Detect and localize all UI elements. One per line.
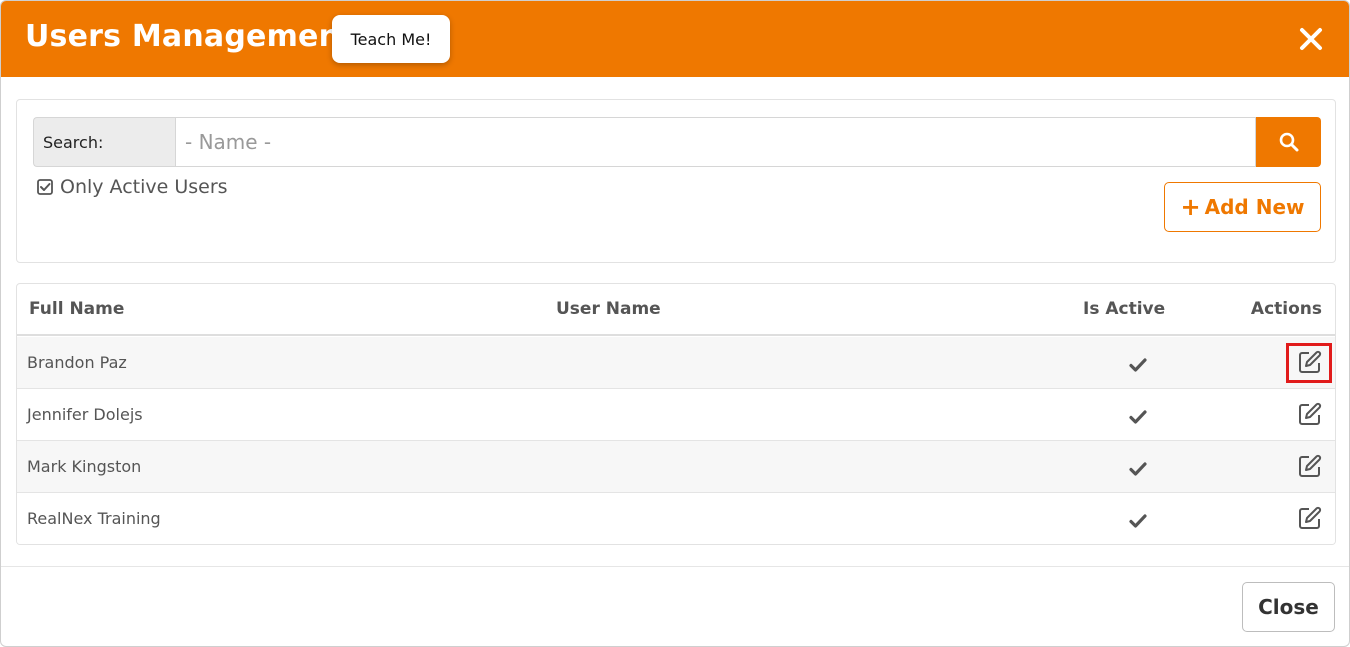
table-row[interactable]: Brandon Paz xyxy=(17,337,1335,389)
close-button[interactable]: Close xyxy=(1242,582,1335,632)
only-active-users-checkbox[interactable]: Only Active Users xyxy=(37,176,228,198)
edit-icon[interactable] xyxy=(1298,506,1322,530)
users-management-modal: Users Management Teach Me! Search: - Nam… xyxy=(0,0,1350,647)
close-icon[interactable] xyxy=(1297,25,1325,53)
checkbox-checked-icon xyxy=(37,179,53,195)
search-icon xyxy=(1278,131,1300,153)
edit-icon[interactable] xyxy=(1298,454,1322,478)
edit-icon[interactable] xyxy=(1298,350,1322,374)
search-panel: Search: Only Active Users + Add New xyxy=(16,99,1336,263)
plus-icon: + xyxy=(1180,193,1201,221)
column-header-user-name[interactable]: User Name xyxy=(556,299,661,319)
add-new-button[interactable]: + Add New xyxy=(1164,182,1321,232)
checkmark-icon xyxy=(1129,461,1147,477)
column-header-is-active[interactable]: Is Active xyxy=(1083,299,1165,319)
teach-me-button[interactable]: Teach Me! xyxy=(332,15,450,63)
modal-header: Users Management Teach Me! xyxy=(1,1,1349,77)
column-header-full-name[interactable]: Full Name xyxy=(29,299,124,319)
table-row[interactable]: Jennifer Dolejs xyxy=(17,389,1335,441)
cell-full-name: Brandon Paz xyxy=(27,353,127,372)
add-new-label: Add New xyxy=(1204,195,1305,219)
table-header: Full Name User Name Is Active Actions xyxy=(17,284,1335,336)
search-button[interactable] xyxy=(1256,117,1321,167)
table-row[interactable]: RealNex Training xyxy=(17,493,1335,544)
modal-title: Users Management xyxy=(25,19,355,54)
cell-full-name: RealNex Training xyxy=(27,509,161,528)
checkmark-icon xyxy=(1129,357,1147,373)
users-table: Full Name User Name Is Active Actions Br… xyxy=(16,283,1336,545)
column-header-actions: Actions xyxy=(1250,299,1322,319)
checkmark-icon xyxy=(1129,409,1147,425)
table-row[interactable]: Mark Kingston xyxy=(17,441,1335,493)
only-active-users-label: Only Active Users xyxy=(60,176,228,198)
cell-full-name: Jennifer Dolejs xyxy=(27,405,143,424)
checkmark-icon xyxy=(1129,513,1147,529)
footer-divider xyxy=(1,566,1349,567)
edit-icon[interactable] xyxy=(1298,402,1322,426)
cell-full-name: Mark Kingston xyxy=(27,457,142,476)
search-input[interactable] xyxy=(175,117,1256,167)
search-label: Search: xyxy=(33,117,175,167)
